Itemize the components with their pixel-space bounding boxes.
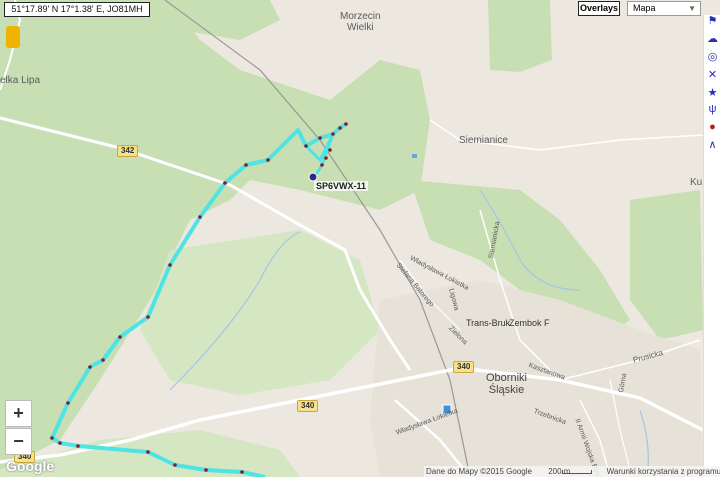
place-siemianice: Siemianice	[459, 135, 508, 146]
triangle-icon[interactable]: ∧	[706, 139, 719, 152]
star-icon[interactable]: ★	[706, 87, 719, 100]
globe-icon[interactable]: ◎	[706, 51, 719, 64]
street-view-pegman-icon[interactable]	[6, 26, 20, 48]
map-canvas[interactable]: Morzecin Wielki Siemianice Ku elka Lipa …	[0, 0, 720, 477]
zoom-out-button[interactable]: −	[5, 428, 32, 455]
map-type-value: Mapa	[633, 3, 656, 13]
chevron-down-icon: ▼	[688, 4, 696, 13]
google-logo: Google	[6, 458, 55, 474]
place-ku: Ku	[690, 177, 703, 188]
station-marker[interactable]	[308, 172, 318, 182]
forest-east	[630, 190, 703, 340]
poi-trans-bruk: Trans-Bruk	[466, 318, 511, 328]
weather-icon[interactable]: ●	[706, 121, 719, 134]
forest-west	[0, 0, 430, 470]
zoom-in-button[interactable]: +	[5, 400, 32, 427]
attribution-text: Dane do Mapy ©2015 Google	[426, 467, 532, 476]
road-shield-340-mid: 340	[297, 400, 319, 412]
road-shield-340-east: 340	[453, 361, 475, 373]
cloud-icon[interactable]: ☁	[706, 33, 719, 46]
flag-icon[interactable]: ⚑	[706, 15, 719, 28]
station-label[interactable]: SP6VWX-11	[314, 181, 369, 191]
poi-water	[412, 154, 417, 158]
tower-icon[interactable]: ψ	[706, 103, 719, 116]
poi-zembok: Zembok F	[509, 318, 550, 328]
place-morzecin: Morzecin Wielki	[340, 11, 381, 33]
overlay-toolbar: ⚑ ☁ ◎ ✕ ★ ψ ● ∧	[703, 15, 720, 477]
coordinates-readout: 51°17.89' N 17°1.38' E, JO81MH	[4, 2, 150, 17]
forest-ne	[488, 0, 552, 72]
antenna-icon[interactable]: ✕	[706, 69, 719, 82]
map-type-select[interactable]: Mapa ▼	[627, 1, 701, 16]
map-base	[0, 0, 704, 477]
scale-bar	[562, 470, 592, 474]
place-oborniki: Oborniki Śląskie	[486, 372, 527, 396]
place-wielka-lipa: elka Lipa	[0, 75, 41, 86]
road-shield-342: 342	[117, 145, 139, 157]
terms-link[interactable]: Warunki korzystania z programu	[607, 467, 720, 476]
overlays-button[interactable]: Overlays	[578, 1, 620, 16]
